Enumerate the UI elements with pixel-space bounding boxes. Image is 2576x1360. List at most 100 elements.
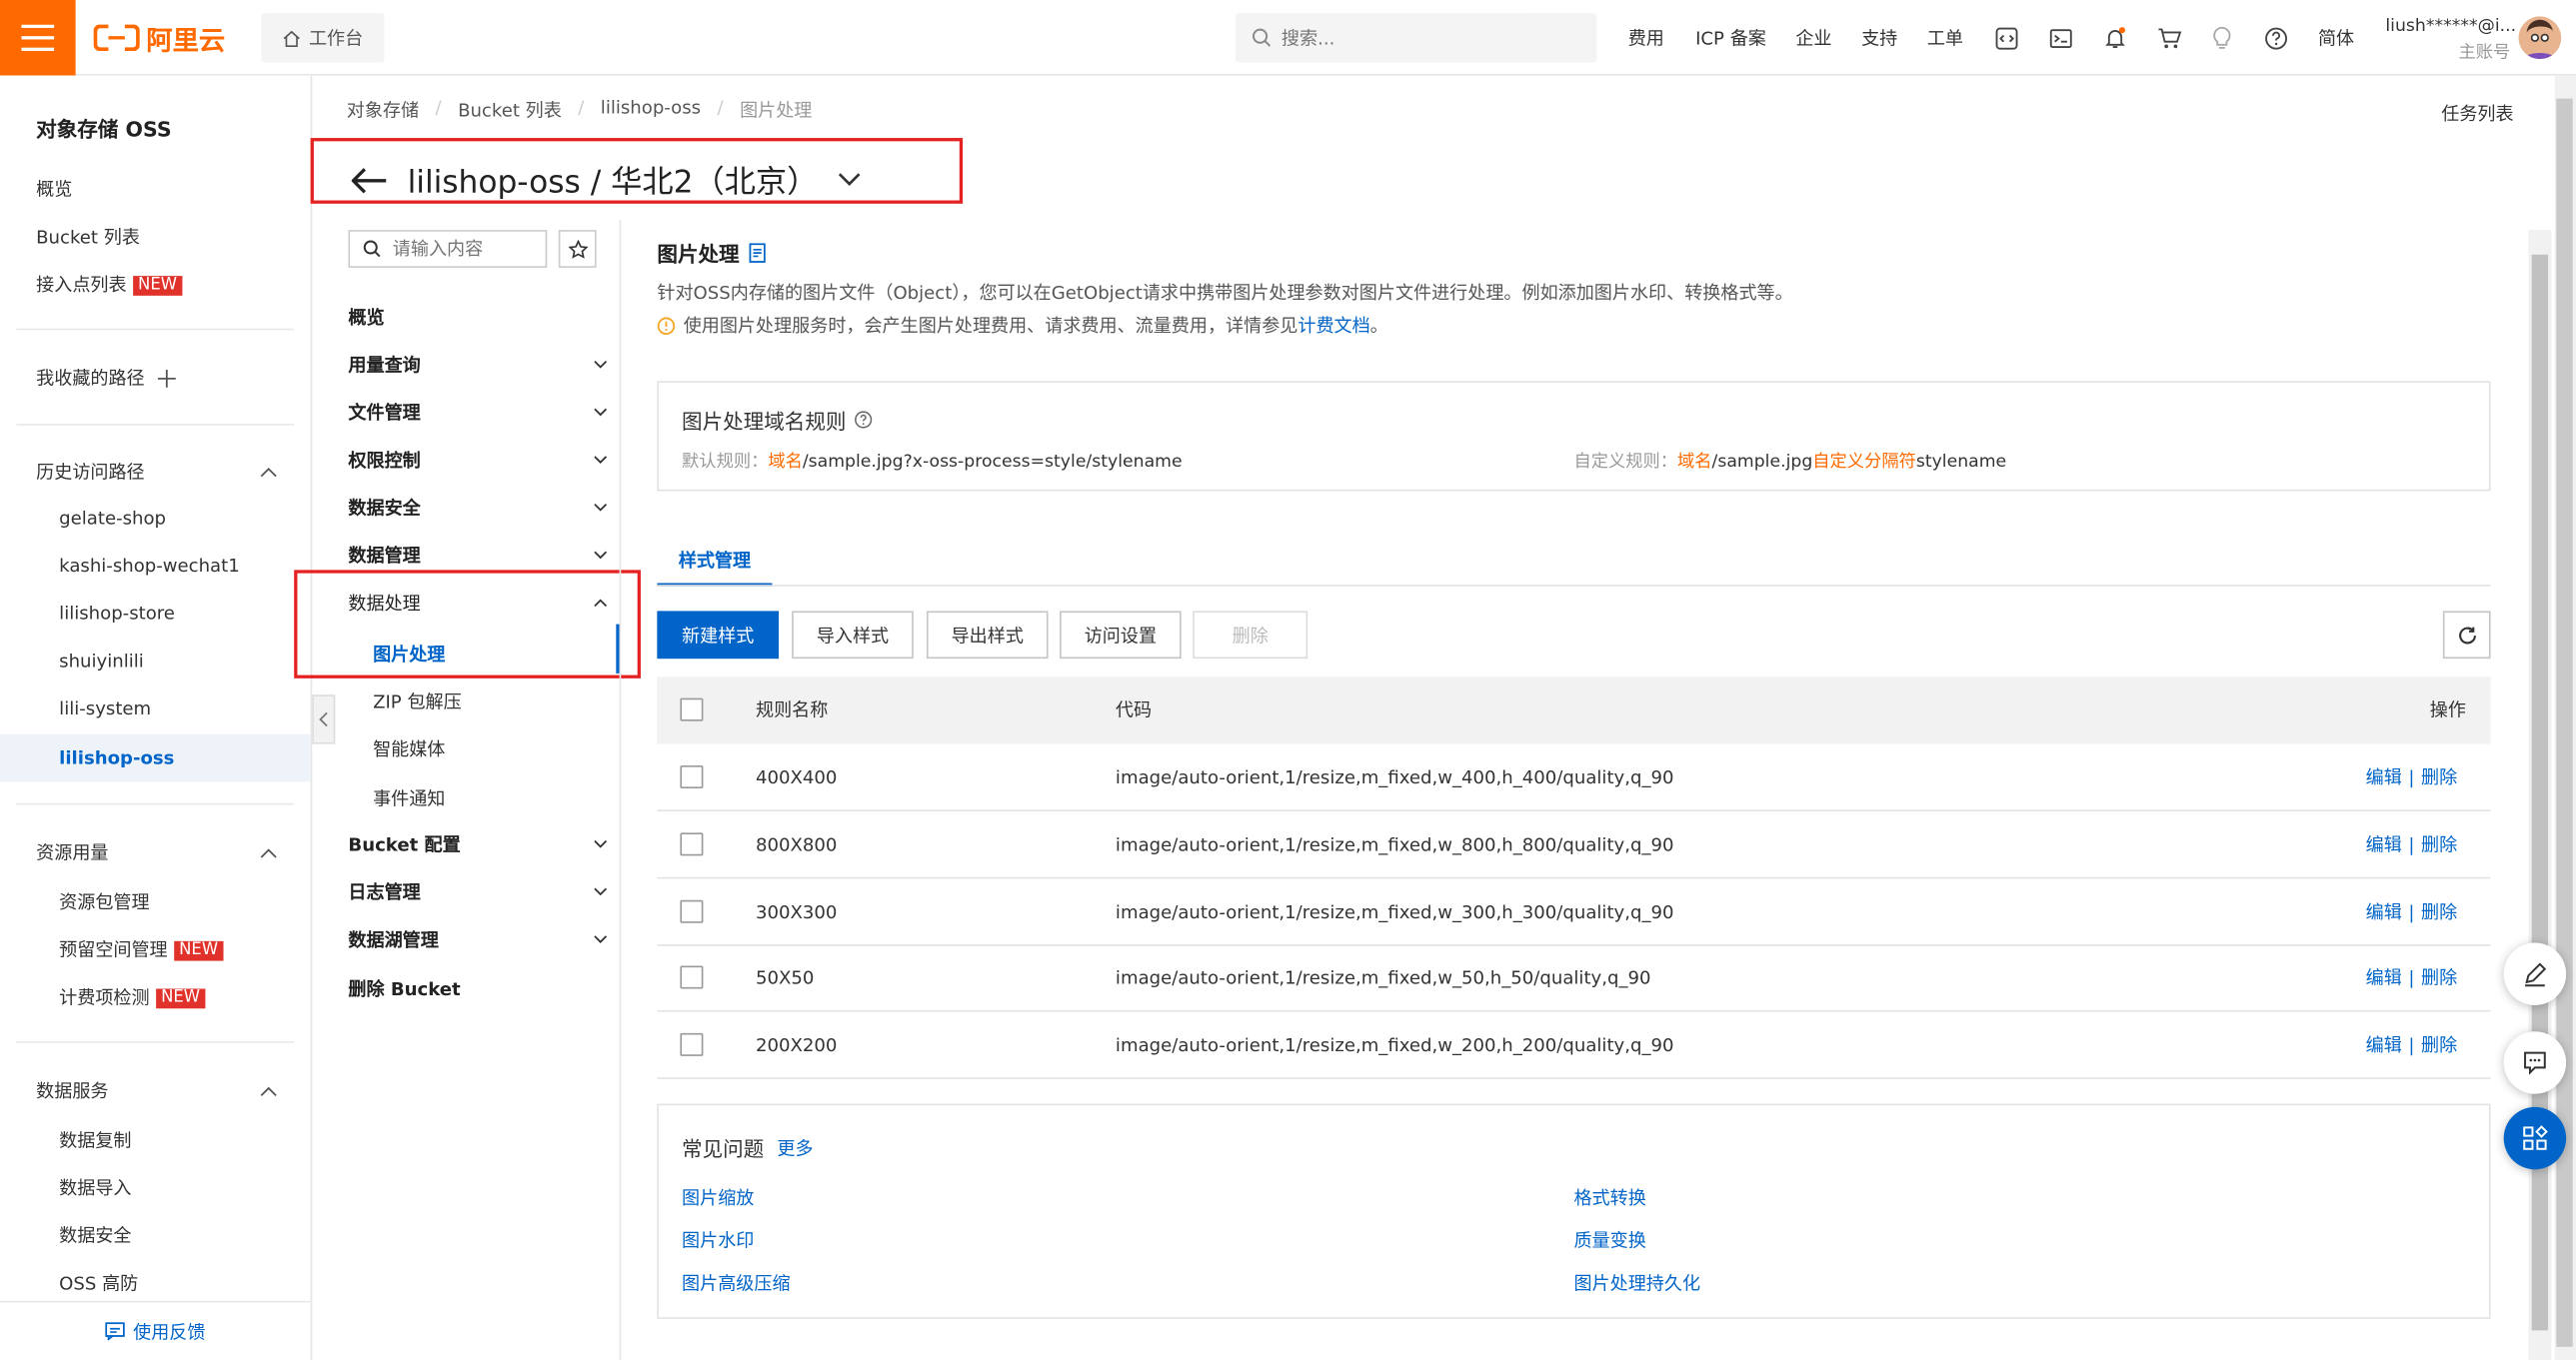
favorite-star-button[interactable]	[558, 230, 597, 268]
global-search-input[interactable]	[1281, 27, 1577, 49]
row-checkbox[interactable]	[680, 1032, 704, 1056]
subnav-event-notification[interactable]: 事件通知	[373, 785, 445, 811]
faq-link[interactable]: 质量变换	[1573, 1227, 1645, 1253]
plus-icon[interactable]	[157, 369, 176, 388]
leftnav-access-points[interactable]: 接入点列表 NEW	[36, 271, 182, 297]
row-checkbox[interactable]	[680, 899, 704, 923]
faq-link[interactable]: 图片水印	[682, 1227, 754, 1253]
row-checkbox[interactable]	[680, 764, 704, 788]
history-item[interactable]: gelate-shop	[59, 508, 166, 529]
help-icon[interactable]	[2259, 21, 2292, 54]
tab-style-management[interactable]: 样式管理	[657, 536, 773, 587]
leftnav-oss-ddos[interactable]: OSS 高防	[59, 1270, 138, 1296]
leftnav-data-replication[interactable]: 数据复制	[59, 1127, 131, 1153]
refresh-button[interactable]	[2442, 611, 2491, 660]
delete-button[interactable]: 删除	[1193, 611, 1308, 660]
page-scrollbar-thumb[interactable]	[2556, 98, 2573, 1347]
history-item[interactable]: kashi-shop-wechat1	[59, 556, 240, 577]
subnav-data-security[interactable]: 数据安全	[348, 491, 608, 524]
subnav-intelligent-media[interactable]: 智能媒体	[373, 735, 445, 761]
terminal-icon[interactable]	[2044, 21, 2077, 54]
history-item-active[interactable]: lilishop-oss	[59, 747, 174, 768]
leftnav-overview[interactable]: 概览	[36, 176, 72, 202]
subnav-bucket-config[interactable]: Bucket 配置	[348, 827, 608, 860]
chevron-down-icon	[594, 551, 608, 560]
nav-billing[interactable]: 费用	[1628, 0, 1664, 76]
leftnav-resource-toggle[interactable]: 资源用量	[36, 839, 278, 865]
subnav-overview[interactable]: 概览	[348, 301, 608, 334]
nav-enterprise[interactable]: 企业	[1795, 0, 1831, 76]
subnav-access-control[interactable]: 权限控制	[348, 444, 608, 477]
history-item[interactable]: lili-system	[59, 698, 151, 719]
access-settings-button[interactable]: 访问设置	[1060, 611, 1182, 660]
import-style-button[interactable]: 导入样式	[792, 611, 914, 660]
aliyun-logo[interactable]: 阿里云	[93, 20, 225, 56]
leftnav-bucket-list[interactable]: Bucket 列表	[36, 224, 140, 250]
leftnav-billing-check[interactable]: 计费项检测 NEW	[59, 984, 205, 1010]
cart-icon[interactable]	[2152, 21, 2185, 54]
workbench-button[interactable]: 工作台	[261, 13, 385, 63]
faq-more-link[interactable]: 更多	[777, 1135, 813, 1161]
faq-link[interactable]: 图片高级压缩	[682, 1270, 790, 1296]
breadcrumb-item[interactable]: lilishop-oss	[601, 97, 701, 123]
subnav-data-lake[interactable]: 数据湖管理	[348, 923, 608, 956]
apps-float-button[interactable]	[2503, 1106, 2567, 1170]
row-checkbox[interactable]	[680, 965, 704, 989]
breadcrumb-item[interactable]: 对象存储	[347, 97, 419, 123]
bell-icon[interactable]	[2098, 21, 2131, 54]
billing-doc-link[interactable]: 计费文档	[1297, 316, 1369, 337]
breadcrumb-item[interactable]: Bucket 列表	[458, 97, 562, 123]
hamburger-menu-button[interactable]	[0, 0, 76, 76]
language-switch[interactable]: 简体	[2318, 0, 2354, 76]
menu-search-input[interactable]	[392, 238, 541, 260]
feedback-button[interactable]: 使用反馈	[0, 1300, 311, 1360]
leftnav-data-service-toggle[interactable]: 数据服务	[36, 1077, 278, 1103]
delete-link[interactable]: 删除	[2421, 834, 2457, 855]
edit-link[interactable]: 编辑	[2366, 1035, 2402, 1056]
export-style-button[interactable]: 导出样式	[926, 611, 1049, 660]
global-search[interactable]	[1235, 13, 1597, 63]
avatar[interactable]	[2518, 16, 2562, 60]
edit-link[interactable]: 编辑	[2366, 834, 2402, 855]
leftnav-reserved-space[interactable]: 预留空间管理 NEW	[59, 936, 224, 962]
code-icon[interactable]	[1989, 21, 2022, 54]
leftnav-data-security[interactable]: 数据安全	[59, 1222, 131, 1248]
subnav-zip-extract[interactable]: ZIP 包解压	[373, 688, 462, 714]
help-icon[interactable]	[855, 411, 873, 429]
lightbulb-icon[interactable]	[2205, 21, 2238, 54]
history-item[interactable]: shuiyinlili	[59, 651, 144, 672]
user-account[interactable]: liush******@i... 主账号	[2385, 13, 2516, 66]
faq-link[interactable]: 格式转换	[1573, 1184, 1645, 1210]
subnav-usage-query[interactable]: 用量查询	[348, 348, 608, 381]
select-all-checkbox[interactable]	[680, 697, 704, 721]
nav-ticket[interactable]: 工单	[1927, 0, 1963, 76]
leftnav-resource-package[interactable]: 资源包管理	[59, 888, 149, 914]
subnav-data-management[interactable]: 数据管理	[348, 539, 608, 572]
chat-float-button[interactable]	[2503, 1031, 2567, 1094]
menu-search[interactable]	[348, 230, 548, 268]
new-style-button[interactable]: 新建样式	[657, 611, 780, 660]
faq-link[interactable]: 图片处理持久化	[1573, 1270, 1700, 1296]
row-checkbox[interactable]	[680, 832, 704, 856]
subnav-log-management[interactable]: 日志管理	[348, 875, 608, 908]
edit-link[interactable]: 编辑	[2366, 901, 2402, 922]
delete-link[interactable]: 删除	[2421, 1035, 2457, 1056]
nav-icp[interactable]: ICP 备案	[1695, 0, 1766, 76]
edit-float-button[interactable]	[2503, 942, 2567, 1005]
edit-link[interactable]: 编辑	[2366, 767, 2402, 788]
leftnav-history-toggle[interactable]: 历史访问路径	[36, 459, 278, 485]
collapse-sidebar-button[interactable]	[312, 694, 336, 744]
history-item[interactable]: lilishop-store	[59, 603, 175, 624]
subnav-file-management[interactable]: 文件管理	[348, 396, 608, 429]
delete-link[interactable]: 删除	[2421, 901, 2457, 922]
nav-support[interactable]: 支持	[1861, 0, 1897, 76]
delete-link[interactable]: 删除	[2421, 767, 2457, 788]
document-icon[interactable]	[749, 242, 766, 263]
faq-link[interactable]: 图片缩放	[682, 1184, 754, 1210]
edit-link[interactable]: 编辑	[2366, 967, 2402, 988]
leftnav-data-import[interactable]: 数据导入	[59, 1174, 131, 1200]
subnav-delete-bucket[interactable]: 删除 Bucket	[348, 972, 608, 1005]
task-list-link[interactable]: 任务列表	[2441, 100, 2513, 126]
leftnav-favorites[interactable]: 我收藏的路径	[36, 365, 176, 391]
delete-link[interactable]: 删除	[2421, 967, 2457, 988]
